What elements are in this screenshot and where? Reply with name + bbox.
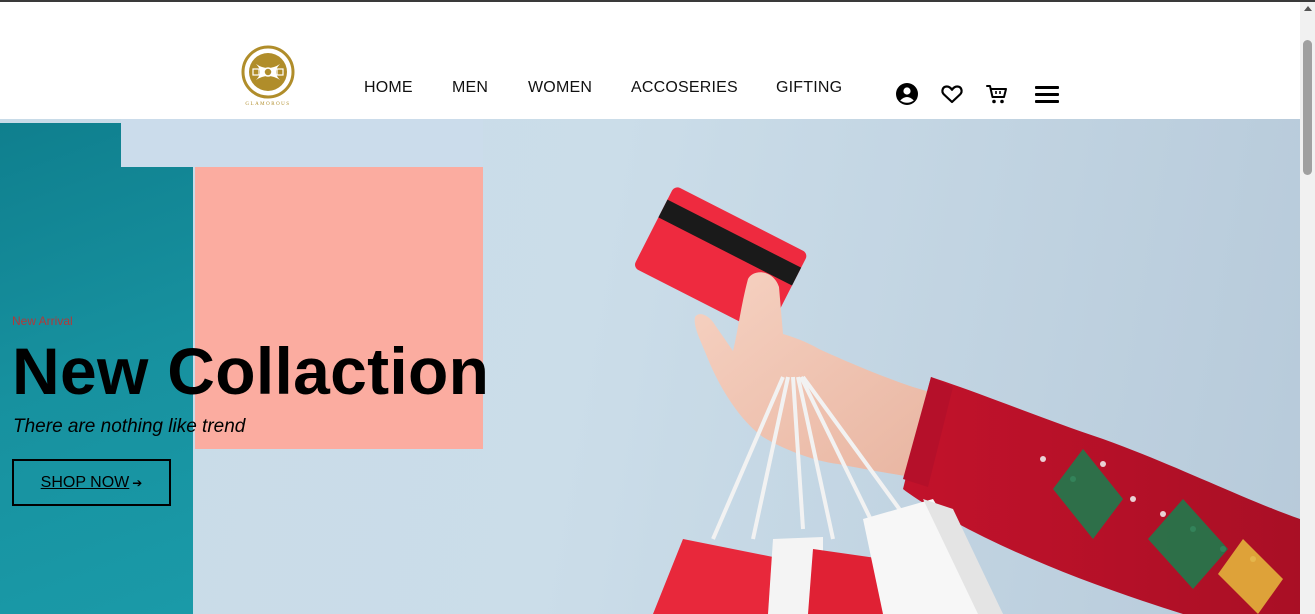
nav-home[interactable]: HOME [364, 79, 413, 97]
shop-now-label: SHOP NOW [40, 473, 130, 491]
hero-tag: New Arrival [12, 314, 73, 328]
nav-women[interactable]: WOMEN [528, 79, 592, 97]
arrow-right-icon: ➔ [132, 475, 143, 490]
account-icon[interactable] [895, 82, 919, 106]
scrollbar-thumb[interactable] [1303, 40, 1312, 175]
site-header: GLAMOROUS HOME MEN WOMEN ACCOSERIES GIFT… [0, 2, 1300, 119]
menu-icon[interactable] [1034, 82, 1060, 106]
hero-light-panel [121, 119, 483, 167]
scroll-up-icon[interactable] [1304, 6, 1312, 11]
heart-icon[interactable] [940, 82, 964, 106]
cart-icon[interactable] [985, 82, 1009, 106]
hero-banner: New Arrival New Collaction There are not… [0, 119, 1300, 614]
nav-men[interactable]: MEN [452, 79, 488, 97]
nav-gifting[interactable]: GIFTING [776, 79, 842, 97]
page-scrollbar[interactable] [1300, 2, 1315, 614]
shop-now-button[interactable]: SHOP NOW ➔ [12, 459, 171, 506]
logo-wordmark: GLAMOROUS [245, 102, 291, 107]
hero-shopping-image [483, 119, 1300, 614]
nav-accessories[interactable]: ACCOSERIES [631, 79, 738, 97]
logo-emblem-icon [241, 45, 295, 99]
brand-logo[interactable]: GLAMOROUS [236, 42, 300, 112]
hero-subtitle: There are nothing like trend [13, 416, 246, 437]
hero-headline: New Collaction [12, 334, 490, 408]
